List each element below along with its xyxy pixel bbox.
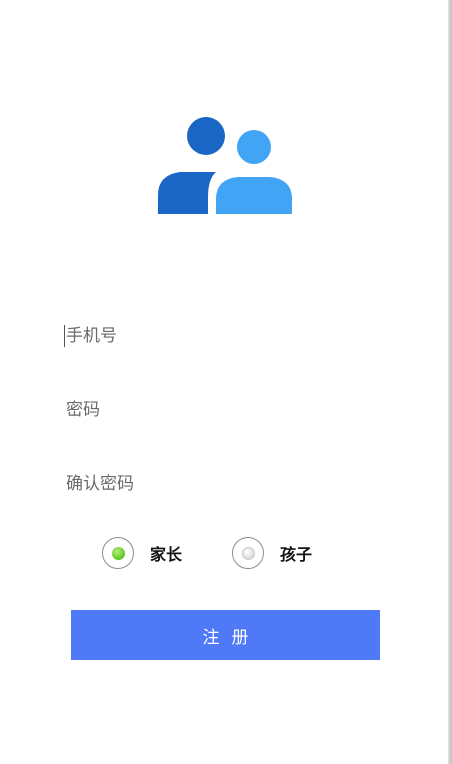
radio-child[interactable] (232, 537, 264, 569)
phone-field[interactable] (64, 318, 384, 354)
radio-unselected-dot (241, 546, 255, 560)
register-screen: 家长 孩子 注册 (0, 0, 452, 764)
confirm-password-input[interactable] (64, 466, 384, 502)
password-field[interactable] (64, 392, 384, 428)
radio-parent[interactable] (102, 537, 134, 569)
window-edge (448, 0, 452, 764)
role-label-parent: 家长 (150, 545, 183, 564)
radio-selected-dot (111, 546, 125, 560)
text-cursor (64, 325, 65, 347)
users-icon (158, 117, 292, 214)
register-button[interactable]: 注册 (71, 610, 380, 660)
phone-input[interactable] (64, 318, 384, 354)
role-option-child[interactable]: 孩子 (232, 534, 312, 572)
role-option-parent[interactable]: 家长 (102, 534, 182, 572)
confirm-password-field[interactable] (64, 466, 384, 502)
password-input[interactable] (64, 392, 384, 428)
role-label-child: 孩子 (280, 545, 313, 564)
